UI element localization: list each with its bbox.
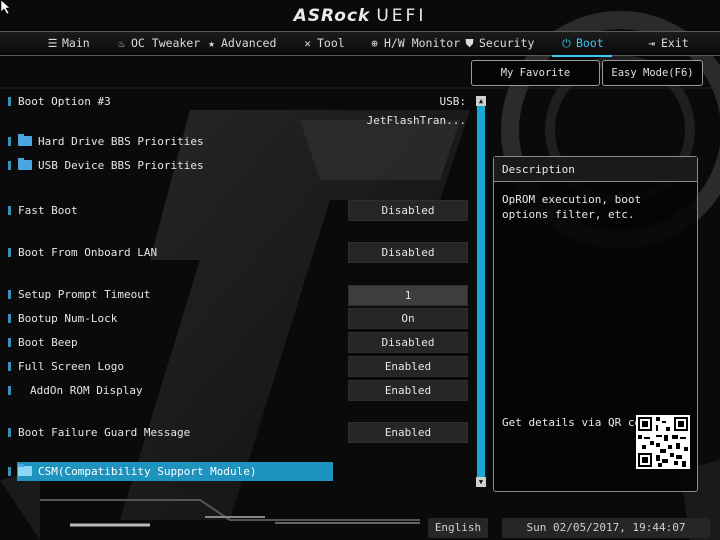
mouse-cursor-icon [1, 0, 11, 14]
row-bullet [8, 206, 11, 215]
tools-icon: ✕ [304, 37, 311, 50]
fast-boot-value[interactable]: Disabled [348, 200, 468, 221]
datetime-display: Sun 02/05/2017, 19:44:07 [502, 518, 710, 538]
tab-main[interactable]: ☰ Main [46, 32, 90, 55]
boot-beep-value[interactable]: Disabled [348, 332, 468, 353]
addon-rom-label: AddOn ROM Display [30, 384, 143, 397]
list-icon: ☰ [47, 37, 58, 50]
boot-option-3-value[interactable]: USB: JetFlashTran... [348, 92, 466, 127]
tab-oc-tweaker[interactable]: ♨ OC Tweaker [115, 32, 200, 55]
row-bullet [8, 314, 11, 323]
numlock-value[interactable]: On [348, 308, 468, 329]
boot-lan-value[interactable]: Disabled [348, 242, 468, 263]
boot-option-3-label[interactable]: Boot Option #3 [18, 95, 111, 109]
csm-item[interactable]: CSM(Compatibility Support Module) [18, 464, 257, 479]
row-bullet [8, 338, 11, 347]
qr-code-icon [636, 415, 690, 469]
tab-tool[interactable]: ✕ Tool [301, 32, 345, 55]
usb-device-bbs-item[interactable]: USB Device BBS Priorities [18, 158, 204, 173]
description-panel: Description OpROM execution, boot option… [493, 156, 698, 492]
folder-icon [18, 158, 32, 170]
row-bullet [8, 97, 11, 106]
brand-logo: ASRock UEFI [293, 6, 427, 26]
guard-message-value[interactable]: Enabled [348, 422, 468, 443]
tab-exit[interactable]: ⇥ Exit [645, 32, 689, 55]
my-favorite-button[interactable]: My Favorite [471, 60, 600, 86]
easy-mode-button[interactable]: Easy Mode(F6) [602, 60, 703, 86]
crosshair-icon: ⊕ [371, 37, 378, 50]
row-bullet [8, 290, 11, 299]
flame-icon: ♨ [118, 37, 125, 50]
tab-hw-monitor[interactable]: ⊕ H/W Monitor [368, 32, 460, 55]
qr-caption: Get details via QR code [502, 416, 655, 429]
full-screen-logo-value[interactable]: Enabled [348, 356, 468, 377]
shield-icon: ⛊ [465, 37, 474, 50]
addon-rom-value[interactable]: Enabled [348, 380, 468, 401]
description-title: Description [494, 157, 697, 182]
star-icon: ★ [208, 37, 215, 50]
footer-bar: English Sun 02/05/2017, 19:44:07 [0, 506, 720, 540]
row-bullet [8, 386, 11, 395]
folder-icon [18, 464, 32, 476]
hard-drive-bbs-item[interactable]: Hard Drive BBS Priorities [18, 134, 204, 149]
language-button[interactable]: English [428, 518, 488, 538]
row-bullet [8, 362, 11, 371]
row-bullet [8, 161, 11, 170]
tab-advanced[interactable]: ★ Advanced [205, 32, 276, 55]
folder-icon [18, 134, 32, 146]
scrollbar-thumb[interactable] [477, 106, 485, 478]
row-bullet [8, 248, 11, 257]
top-nav: ☰ Main ♨ OC Tweaker ★ Advanced ✕ Tool ⊕ H/W M… [0, 31, 720, 57]
numlock-label: Bootup Num-Lock [18, 312, 118, 325]
tab-security[interactable]: ⛊ Security [463, 32, 534, 55]
exit-icon: ⇥ [648, 37, 655, 50]
row-bullet [8, 467, 11, 476]
setup-timeout-input[interactable]: 1 [348, 285, 468, 306]
setup-timeout-label: Setup Prompt Timeout [18, 288, 151, 301]
guard-message-label: Boot Failure Guard Message [18, 426, 191, 439]
boot-beep-label: Boot Beep [18, 336, 78, 349]
tab-boot[interactable]: ⏻ Boot [552, 32, 612, 57]
power-icon: ⏻ [562, 37, 571, 50]
row-bullet [8, 137, 11, 146]
scroll-down-icon[interactable]: ▼ [476, 477, 486, 487]
full-screen-logo-label: Full Screen Logo [18, 360, 124, 373]
description-text: OpROM execution, boot options filter, et… [502, 193, 642, 221]
scroll-up-icon[interactable]: ▲ [476, 96, 486, 106]
fast-boot-label: Fast Boot [18, 204, 78, 217]
boot-lan-label: Boot From Onboard LAN [18, 246, 158, 259]
row-bullet [8, 428, 11, 437]
